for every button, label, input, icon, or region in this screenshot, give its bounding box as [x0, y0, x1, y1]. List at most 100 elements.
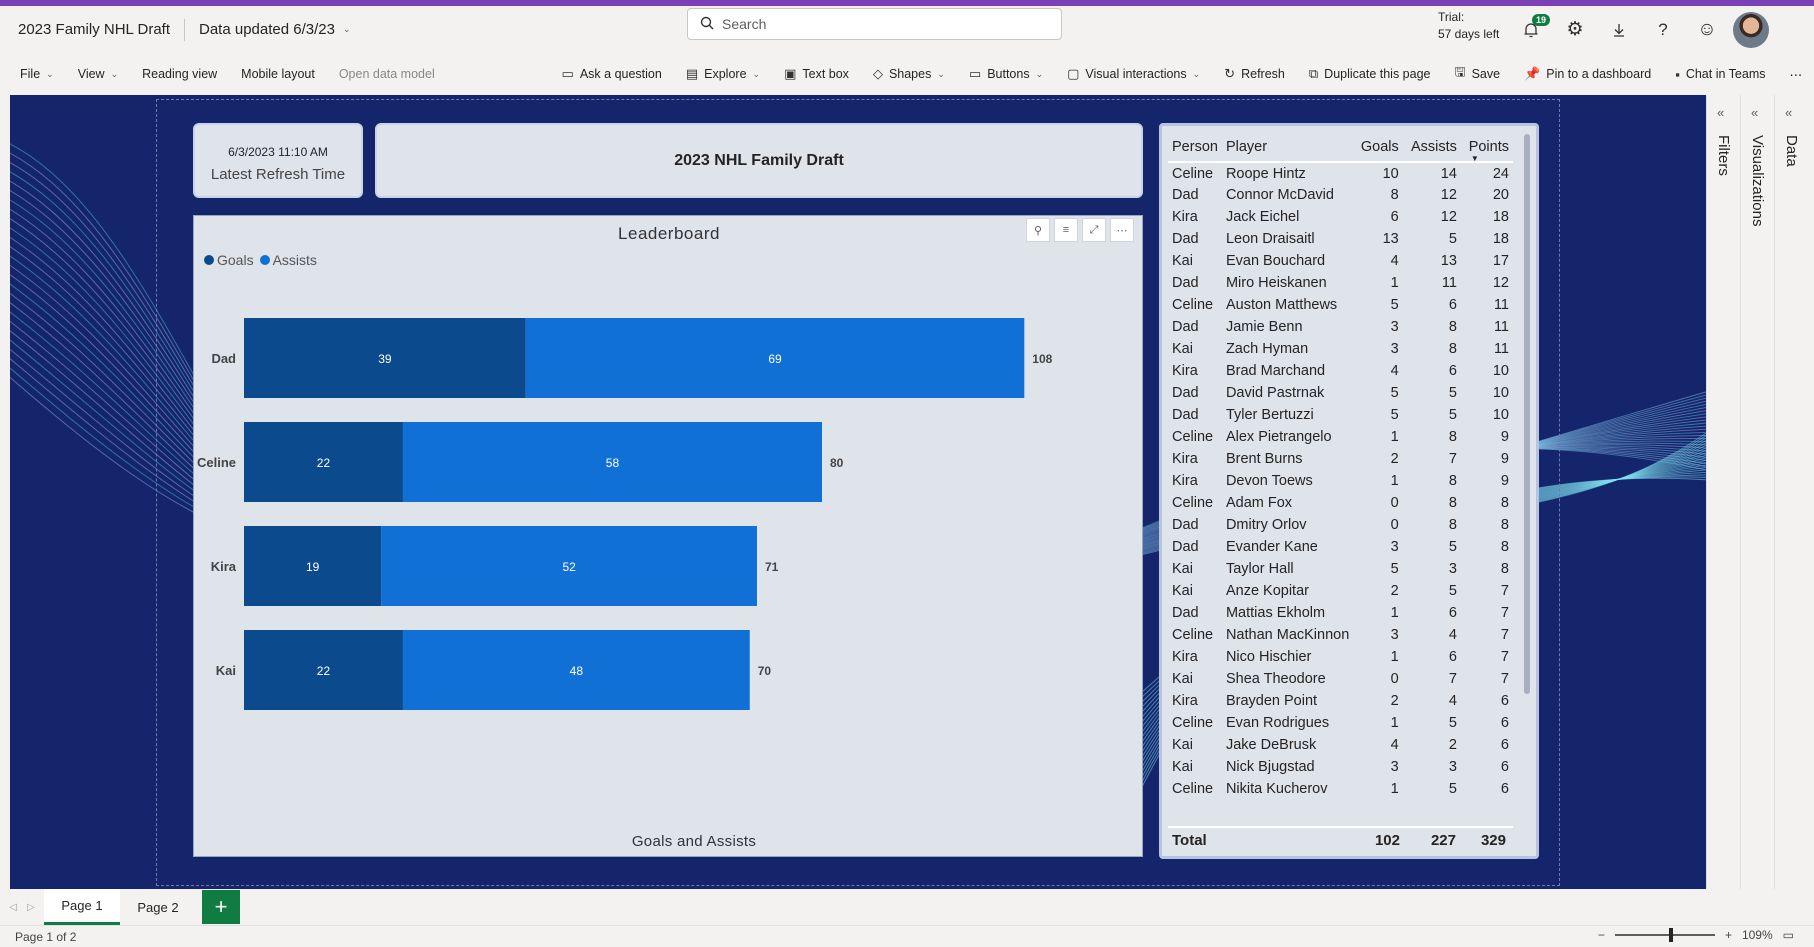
- cell-player: Alex Pietrangelo: [1225, 429, 1332, 445]
- cell-goals: 3: [1390, 341, 1399, 357]
- table-row[interactable]: Dad Leon Draisaitl 13 5 18: [1168, 228, 1513, 250]
- table-row[interactable]: Dad Miro Heiskanen 1 11 12: [1168, 272, 1513, 294]
- column-header-player[interactable]: Player: [1221, 132, 1354, 163]
- category-label: Kira: [211, 559, 237, 574]
- table-row[interactable]: Kai Zach Hyman 3 8 11: [1168, 338, 1513, 360]
- total-label: 80: [830, 456, 844, 470]
- table-row[interactable]: Kai Shea Theodore 0 7 7: [1168, 668, 1513, 690]
- zoom-in-icon[interactable]: +: [1725, 928, 1732, 942]
- cell-points: 9: [1500, 429, 1509, 445]
- refresh-time-card[interactable]: 6/3/2023 11:10 AM Latest Refresh Time: [193, 123, 363, 198]
- save-button[interactable]: 🖫 Save: [1443, 53, 1513, 95]
- table-row[interactable]: Kira Devon Toews 1 8 9: [1168, 470, 1513, 492]
- chat-teams-button[interactable]: ▪ Chat in Teams: [1663, 53, 1777, 95]
- notifications-bell-icon[interactable]: 19: [1509, 8, 1553, 52]
- data-updated-dropdown[interactable]: Data updated 6/3/23 ⌄: [199, 21, 351, 38]
- buttons-button[interactable]: ▭ Buttons ⌄: [957, 53, 1055, 95]
- collapse-chevron-icon[interactable]: «: [1751, 105, 1758, 120]
- table-row[interactable]: Kai Jake DeBrusk 4 2 6: [1168, 734, 1513, 756]
- table-row[interactable]: CelineRyan Suter066: [1168, 800, 1513, 802]
- more-options-button[interactable]: ⋯: [1778, 53, 1814, 95]
- table-row[interactable]: Dad Tyler Bertuzzi 5 5 10: [1168, 404, 1513, 426]
- cell-player: Jack Eichel: [1225, 209, 1300, 225]
- cell-goals: 1: [1390, 649, 1399, 665]
- add-page-button[interactable]: +: [202, 890, 240, 924]
- leaderboard-chart[interactable]: Leaderboard ⚲ ≡ ⤢ ⋯ Goals Assists Dad 39 6…: [193, 215, 1143, 857]
- cell-person: Celine: [1172, 715, 1214, 731]
- cell-assists: 6: [1448, 297, 1457, 313]
- table-row[interactable]: Celine Adam Fox 0 8 8: [1168, 492, 1513, 514]
- previous-page-icon[interactable]: ◁: [9, 902, 17, 913]
- mobile-layout-button[interactable]: Mobile layout: [229, 53, 327, 95]
- table-row[interactable]: Celine Evan Rodrigues 1 5 6: [1168, 712, 1513, 734]
- menu-view[interactable]: View ⌄: [66, 53, 130, 95]
- menu-file[interactable]: File ⌄: [0, 53, 66, 95]
- table-row[interactable]: Kira Nico Hischier 1 6 7: [1168, 646, 1513, 668]
- duplicate-page-button[interactable]: ⧉ Duplicate this page: [1297, 53, 1443, 95]
- collapse-chevron-icon[interactable]: «: [1717, 105, 1724, 120]
- cell-player: Nikita Kucherov: [1225, 781, 1328, 797]
- data-pane[interactable]: « Data: [1774, 95, 1808, 889]
- collapse-chevron-icon[interactable]: «: [1785, 105, 1792, 120]
- table-scroll-area[interactable]: Person Player Goals Assists Points ▼ Celi…: [1168, 132, 1518, 802]
- refresh-button[interactable]: ↻ Refresh: [1212, 53, 1297, 95]
- column-header-points[interactable]: Points ▼: [1460, 132, 1513, 163]
- table-row[interactable]: Kai Evan Bouchard 4 13 17: [1168, 250, 1513, 272]
- table-row[interactable]: Dad David Pastrnak 5 5 10: [1168, 382, 1513, 404]
- table-row[interactable]: Dad Jamie Benn 3 8 11: [1168, 316, 1513, 338]
- explore-button[interactable]: ▤ Explore ⌄: [674, 53, 772, 95]
- open-data-model-button[interactable]: Open data model: [327, 53, 447, 95]
- table-row[interactable]: Kira Brad Marchand 4 6 10: [1168, 360, 1513, 382]
- cell-player: Shea Theodore: [1225, 671, 1326, 687]
- table-scrollbar[interactable]: [1524, 134, 1530, 694]
- visual-interactions-button[interactable]: ▢ Visual interactions ⌄: [1055, 53, 1212, 95]
- zoom-out-icon[interactable]: −: [1598, 928, 1605, 942]
- column-header-assists[interactable]: Assists: [1402, 132, 1461, 163]
- table-row[interactable]: Kira Brent Burns 2 7 9: [1168, 448, 1513, 470]
- table-row[interactable]: Kira Brayden Point 2 4 6: [1168, 690, 1513, 712]
- cell-person: Celine: [1172, 297, 1214, 313]
- text-box-button[interactable]: ▣ Text box: [772, 53, 861, 95]
- table-row[interactable]: Dad Mattias Ekholm 1 6 7: [1168, 602, 1513, 624]
- help-question-icon[interactable]: ?: [1641, 8, 1685, 52]
- user-avatar-button[interactable]: [1729, 8, 1773, 52]
- download-icon[interactable]: [1597, 8, 1641, 52]
- report-name[interactable]: 2023 Family NHL Draft: [18, 21, 170, 38]
- feedback-smiley-icon[interactable]: ☺: [1685, 8, 1729, 52]
- player-table[interactable]: Person Player Goals Assists Points ▼ Celi…: [1159, 123, 1539, 859]
- zoom-slider[interactable]: [1614, 928, 1715, 942]
- zoom-slider-thumb[interactable]: [1668, 928, 1673, 942]
- table-row[interactable]: Kira Jack Eichel 6 12 18: [1168, 206, 1513, 228]
- table-row[interactable]: Dad Evander Kane 3 5 8: [1168, 536, 1513, 558]
- fit-to-page-icon[interactable]: ▭: [1783, 928, 1794, 942]
- refresh-datetime: 6/3/2023 11:10 AM: [228, 145, 328, 159]
- table-row[interactable]: Celine Roope Hintz 10 14 24: [1168, 162, 1513, 184]
- table-row[interactable]: Celine Nikita Kucherov 1 5 6: [1168, 778, 1513, 800]
- column-header-person[interactable]: Person: [1168, 132, 1222, 163]
- settings-gear-icon[interactable]: ⚙: [1553, 8, 1597, 52]
- ask-question-button[interactable]: ▭ Ask a question: [550, 53, 674, 95]
- reading-view-button[interactable]: Reading view: [130, 53, 229, 95]
- table-row[interactable]: Kai Nick Bjugstad 3 3 6: [1168, 756, 1513, 778]
- shapes-button[interactable]: ◇ Shapes ⌄: [861, 53, 957, 95]
- cell-person: Kira: [1172, 649, 1198, 665]
- pin-dashboard-button[interactable]: 📌 Pin to a dashboard: [1512, 53, 1663, 95]
- search-box[interactable]: Search: [687, 8, 1062, 40]
- table-row[interactable]: Celine Alex Pietrangelo 1 8 9: [1168, 426, 1513, 448]
- cell-goals: 1: [1390, 605, 1399, 621]
- trial-days-left: 57 days left: [1438, 27, 1500, 41]
- tab-page-1[interactable]: Page 1: [44, 889, 120, 925]
- table-row[interactable]: Dad Connor McDavid 8 12 20: [1168, 184, 1513, 206]
- table-row[interactable]: Celine Auston Matthews 5 6 11: [1168, 294, 1513, 316]
- tab-page-2[interactable]: Page 2: [120, 889, 196, 925]
- next-page-icon[interactable]: ▷: [27, 902, 35, 913]
- table-row[interactable]: Kai Anze Kopitar 2 5 7: [1168, 580, 1513, 602]
- report-title-card[interactable]: 2023 NHL Family Draft: [375, 123, 1143, 198]
- table-row[interactable]: Dad Dmitry Orlov 0 8 8: [1168, 514, 1513, 536]
- zoom-level[interactable]: 109%: [1742, 928, 1773, 942]
- table-row[interactable]: Celine Nathan MacKinnon 3 4 7: [1168, 624, 1513, 646]
- filters-pane[interactable]: « Filters: [1706, 95, 1740, 889]
- column-header-goals[interactable]: Goals: [1353, 132, 1403, 163]
- visualizations-pane[interactable]: « Visualizations: [1740, 95, 1774, 889]
- table-row[interactable]: Kai Taylor Hall 5 3 8: [1168, 558, 1513, 580]
